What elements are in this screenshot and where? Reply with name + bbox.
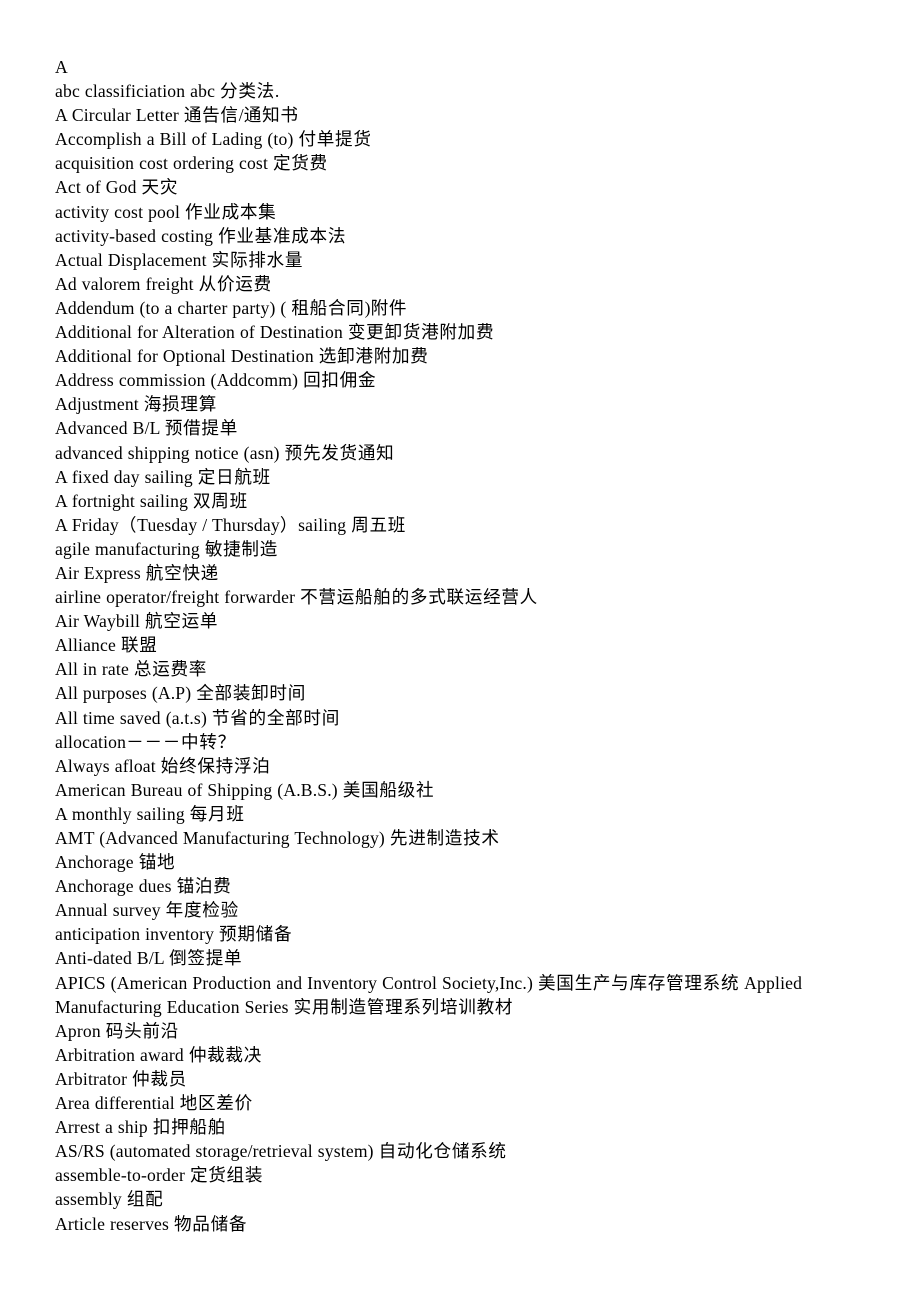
glossary-entry: Address commission (Addcomm) 回扣佣金	[55, 370, 377, 391]
glossary-entry: Always afloat 始终保持浮泊	[55, 755, 271, 776]
glossary-entry: A monthly sailing 每月班	[55, 803, 245, 824]
glossary-entry: Apron 码头前沿	[55, 1020, 179, 1041]
glossary-entry: Additional for Optional Destination 选卸港附…	[55, 346, 429, 367]
glossary-entry: airline operator/freight forwarder 不营运船舶…	[55, 587, 538, 608]
glossary-entry: Article reserves 物品储备	[55, 1213, 248, 1234]
glossary-entry: A fixed day sailing 定日航班	[55, 466, 271, 487]
glossary-entry-list: Aabc classificiation abc 分类法. A Circular …	[55, 55, 880, 1236]
glossary-entry: activity cost pool 作业成本集	[55, 201, 277, 222]
glossary-entry: Air Waybill 航空运单	[55, 611, 219, 632]
glossary-entry: Air Express 航空快递	[55, 562, 219, 583]
glossary-entry: Anchorage 锚地	[55, 852, 176, 873]
glossary-entry: abc classificiation abc 分类法.	[55, 81, 280, 102]
glossary-entry: Arbitrator 仲裁员	[55, 1068, 187, 1089]
glossary-entry: agile manufacturing 敏捷制造	[55, 538, 279, 559]
glossary-entry: AS/RS (automated storage/retrieval syste…	[55, 1141, 507, 1162]
glossary-entry: assemble-to-order 定货组装	[55, 1165, 264, 1186]
glossary-entry: allocation－－－中转？	[55, 731, 236, 752]
glossary-entry: American Bureau of Shipping (A.B.S.) 美国船…	[55, 779, 435, 800]
glossary-entry: Act of God 天灾	[55, 177, 179, 198]
glossary-entry: Anti-dated B/L 倒签提单	[55, 948, 243, 969]
glossary-entry: Actual Displacement 实际排水量	[55, 249, 304, 270]
glossary-entry: Additional for Alteration of Destination…	[55, 322, 495, 343]
glossary-entry: Adjustment 海损理算	[55, 394, 217, 415]
glossary-entry: Ad valorem freight 从价运费	[55, 273, 272, 294]
glossary-entry: acquisition cost ordering cost 定货费	[55, 153, 328, 174]
glossary-entry: Annual survey 年度检验	[55, 900, 239, 921]
glossary-entry: AMT (Advanced Manufacturing Technology) …	[55, 828, 500, 848]
glossary-entry: activity-based costing 作业基准成本法	[55, 225, 347, 246]
glossary-entry: Arbitration award 仲裁裁决	[55, 1044, 263, 1065]
glossary-entry: All time saved (a.t.s) 节省的全部时间	[55, 707, 341, 728]
glossary-entry: A Friday（Tuesday / Thursday）sailing 周五班	[55, 514, 407, 535]
glossary-entry: Anchorage dues 锚泊费	[55, 876, 232, 897]
glossary-entry: Area differential 地区差价	[55, 1093, 253, 1114]
glossary-entry: Addendum (to a charter party) ( 租船合同)附件	[55, 297, 408, 318]
glossary-entry: All in rate 总运费率	[55, 659, 208, 680]
glossary-entry: A fortnight sailing 双周班	[55, 490, 248, 511]
glossary-entry: Alliance 联盟	[55, 635, 158, 656]
glossary-entry: assembly 组配	[55, 1189, 164, 1210]
glossary-entry: APICS (American Production and Inventory…	[55, 972, 803, 1017]
glossary-entry: Advanced B/L 预借提单	[55, 418, 239, 439]
glossary-entry: A Circular Letter 通告信/通知书	[55, 105, 299, 126]
glossary-entry: advanced shipping notice (asn) 预先发货通知	[55, 442, 395, 463]
glossary-entry: All purposes (A.P) 全部装卸时间	[55, 683, 307, 704]
glossary-entry: Accomplish a Bill of Lading (to) 付单提货	[55, 129, 372, 150]
glossary-entry: Arrest a ship 扣押船舶	[55, 1117, 227, 1138]
glossary-entry: A	[55, 57, 68, 77]
document-page: Aabc classificiation abc 分类法. A Circular …	[0, 0, 920, 1302]
glossary-entry: anticipation inventory 预期储备	[55, 924, 293, 945]
